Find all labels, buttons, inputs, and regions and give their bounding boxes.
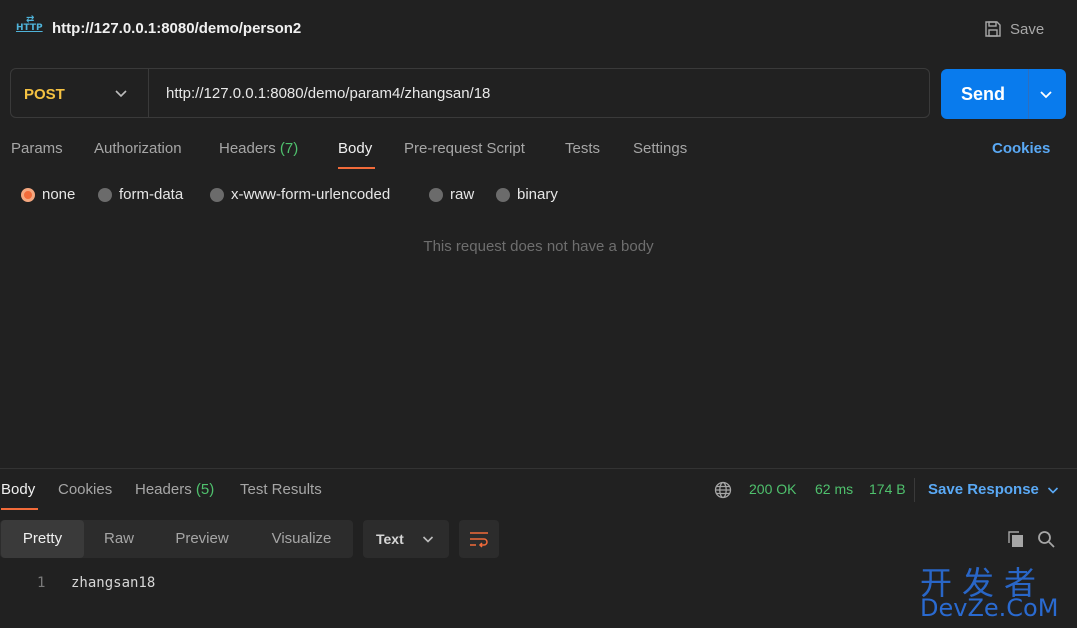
radio-form-data[interactable]: form-data	[98, 186, 183, 203]
radio-raw[interactable]: raw	[429, 186, 474, 203]
send-options-chevron-icon[interactable]	[1037, 85, 1055, 103]
response-active-underline	[1, 508, 38, 510]
response-time[interactable]: 62 ms	[815, 481, 853, 497]
http-icon: ⇄ HTTP	[16, 14, 43, 33]
response-body-text[interactable]: zhangsan18	[71, 575, 155, 591]
send-label[interactable]: Send	[961, 84, 1005, 105]
save-label: Save	[1010, 20, 1045, 38]
response-tab-test-results[interactable]: Test Results	[240, 481, 322, 498]
copy-icon[interactable]	[1006, 529, 1026, 549]
radio-none[interactable]: none	[21, 186, 75, 203]
globe-icon[interactable]	[714, 481, 732, 499]
wrap-lines-button[interactable]	[459, 520, 499, 558]
line-number: 1	[37, 575, 46, 591]
tab-pre-request-script[interactable]: Pre-request Script	[404, 140, 525, 157]
response-tab-body[interactable]: Body	[1, 481, 35, 498]
headers-count: (7)	[279, 140, 299, 157]
floppy-disk-icon	[985, 21, 1001, 37]
active-tab-underline	[338, 167, 375, 169]
format-label[interactable]: Text	[376, 531, 404, 547]
response-headers-count: (5)	[195, 481, 215, 498]
search-icon[interactable]	[1036, 529, 1056, 549]
radio-dot[interactable]	[496, 187, 510, 202]
view-pretty[interactable]: Pretty	[1, 520, 84, 558]
response-size[interactable]: 174 B	[869, 481, 906, 497]
url-divider	[148, 69, 149, 117]
view-visualize[interactable]: Visualize	[250, 520, 353, 558]
wrap-lines-icon	[470, 532, 488, 548]
tab-tests[interactable]: Tests	[565, 140, 600, 157]
method-select[interactable]: POST	[24, 86, 65, 103]
tab-authorization[interactable]: Authorization	[94, 140, 182, 157]
save-button[interactable]: Save	[984, 18, 1044, 40]
tab-body[interactable]: Body	[338, 140, 372, 157]
tab-params[interactable]: Params	[11, 140, 63, 157]
watermark-domain: DevZe.CoM	[920, 594, 1059, 622]
save-response-button[interactable]: Save Response	[928, 481, 1039, 498]
radio-dot[interactable]	[98, 187, 112, 202]
radio-dot[interactable]	[21, 187, 35, 202]
tab-settings[interactable]: Settings	[633, 140, 687, 157]
send-divider	[1028, 69, 1029, 119]
cookies-link[interactable]: Cookies	[992, 140, 1050, 157]
radio-binary[interactable]: binary	[496, 186, 558, 203]
pane-divider[interactable]	[0, 468, 1077, 469]
view-preview[interactable]: Preview	[154, 520, 250, 558]
request-title[interactable]: http://127.0.0.1:8080/demo/person2	[52, 20, 301, 37]
response-tab-cookies[interactable]: Cookies	[58, 481, 112, 498]
empty-body-message: This request does not have a body	[423, 238, 654, 255]
chevron-down-icon[interactable]	[112, 84, 130, 102]
radio-dot[interactable]	[210, 187, 224, 202]
status-code[interactable]: 200 OK	[749, 481, 796, 497]
url-input[interactable]: http://127.0.0.1:8080/demo/param4/zhangs…	[166, 85, 490, 102]
status-divider	[914, 478, 915, 502]
view-raw[interactable]: Raw	[84, 520, 154, 558]
chevron-down-icon[interactable]	[1045, 482, 1061, 498]
response-tab-headers[interactable]: Headers (5)	[135, 481, 214, 498]
tab-headers[interactable]: Headers (7)	[219, 140, 298, 157]
radio-dot[interactable]	[429, 187, 443, 202]
chevron-down-icon[interactable]	[420, 531, 436, 547]
radio-x-www-form-urlencoded[interactable]: x-www-form-urlencoded	[210, 186, 390, 203]
